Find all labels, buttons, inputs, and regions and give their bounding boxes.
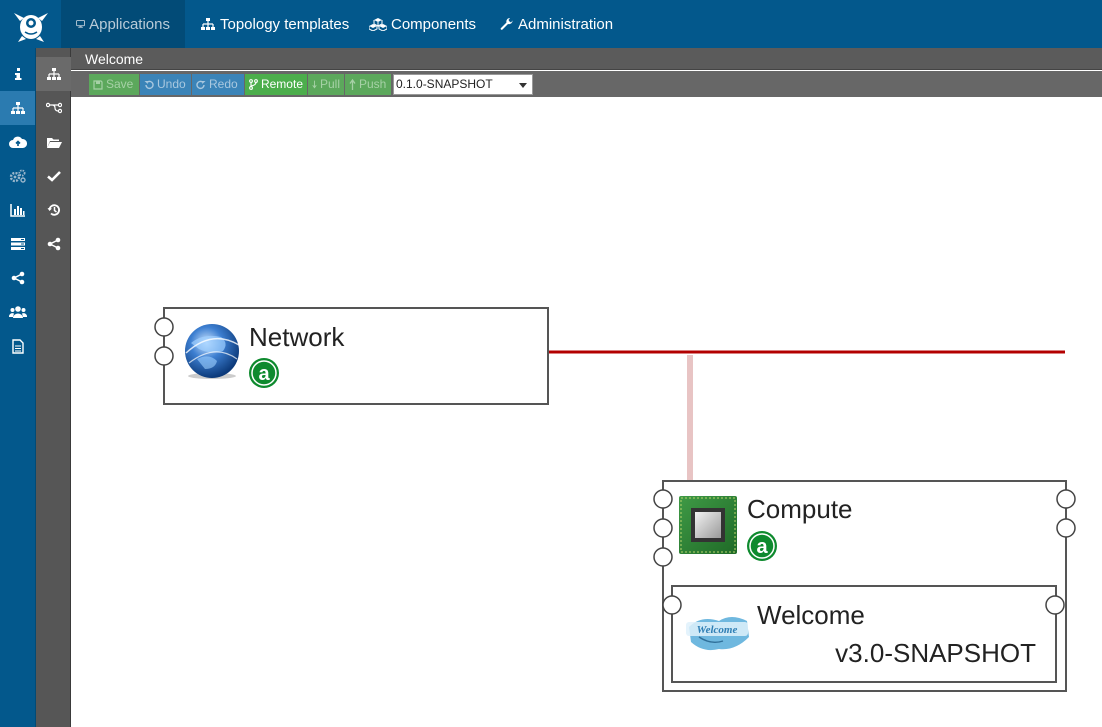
- cloud-upload-icon: [8, 136, 27, 148]
- welcome-node-version: v3.0-SNAPSHOT: [835, 638, 1036, 668]
- file-icon: [11, 338, 24, 354]
- redo-label: Redo: [209, 77, 238, 91]
- history-icon: [47, 204, 60, 216]
- welcome-node[interactable]: Welcome Welcome v3.0-SNAPSHOT: [662, 585, 1065, 683]
- sidebar-users-button[interactable]: [0, 295, 35, 329]
- caret-down-icon: [519, 83, 527, 88]
- logo-icon: [14, 13, 48, 42]
- nav-applications-label: Applications: [89, 15, 170, 33]
- desktop-icon: [76, 20, 85, 28]
- users-icon: [8, 306, 27, 318]
- folder-open-icon: [46, 137, 62, 148]
- sidebar-deploy-button[interactable]: [0, 125, 35, 159]
- gears-icon: [9, 169, 26, 183]
- floppy-icon: [93, 79, 103, 90]
- alien-badge-icon: a: [747, 531, 777, 561]
- sitemap-icon: [10, 102, 25, 114]
- topology-graph: Network a Compute a Welcome Welcome v3.0…: [154, 307, 1076, 692]
- arrow-down-icon: [312, 80, 317, 89]
- pull-button[interactable]: Pull: [308, 74, 344, 95]
- nav-applications[interactable]: Applications: [61, 0, 185, 48]
- workflow-button[interactable]: [36, 91, 71, 125]
- nav-administration[interactable]: Administration: [485, 0, 628, 48]
- breadcrumb: Welcome: [71, 48, 1102, 70]
- nav-components-label: Components: [391, 15, 477, 33]
- compute-requirement-port[interactable]: [653, 518, 673, 538]
- files-button[interactable]: [36, 125, 71, 159]
- topology-canvas[interactable]: Network a Compute a Welcome Welcome v3.0…: [71, 97, 1102, 727]
- topology-sidebar: [36, 48, 71, 727]
- alien4cloud-logo[interactable]: [0, 0, 62, 48]
- validation-button[interactable]: [36, 159, 71, 193]
- compute-node-name: Compute: [747, 494, 853, 524]
- undo-button[interactable]: Undo: [140, 74, 191, 95]
- share-icon: [11, 271, 24, 285]
- nav-components[interactable]: Components: [354, 0, 491, 48]
- welcome-capability-port[interactable]: [1045, 595, 1065, 615]
- compute-badge-letter: a: [756, 536, 768, 558]
- nav-topology-templates-label: Topology templates: [220, 15, 350, 33]
- info-icon: [14, 68, 21, 80]
- sidebar-runtime-button[interactable]: [0, 159, 35, 193]
- list-icon: [10, 238, 25, 250]
- remote-button[interactable]: Remote: [245, 74, 307, 95]
- compute-requirement-port[interactable]: [653, 547, 673, 567]
- sidebar-statistics-button[interactable]: [0, 193, 35, 227]
- compute-capability-port[interactable]: [1056, 518, 1076, 538]
- code-branch-icon: [249, 79, 258, 90]
- network-capability-port[interactable]: [154, 346, 174, 366]
- pull-label: Pull: [319, 77, 340, 91]
- cubes-icon: [369, 18, 387, 31]
- save-button[interactable]: Save: [89, 74, 139, 95]
- network-node-name: Network: [249, 322, 345, 352]
- compute-capability-port[interactable]: [1056, 489, 1076, 509]
- redo-button[interactable]: Redo: [192, 74, 244, 95]
- history-button[interactable]: [36, 193, 71, 227]
- network-node[interactable]: Network a: [154, 307, 549, 405]
- sitemap-icon: [46, 68, 61, 80]
- primary-sidebar: [0, 48, 36, 727]
- nav-topology-templates[interactable]: Topology templates: [185, 0, 364, 48]
- code-fork-icon: [45, 102, 62, 114]
- sitemap-icon: [201, 18, 215, 30]
- network-capability-port[interactable]: [154, 317, 174, 337]
- wrench-icon: [500, 17, 513, 30]
- sidebar-versions-button[interactable]: [0, 329, 35, 363]
- welcome-requirement-port[interactable]: [662, 595, 682, 615]
- compute-requirement-port[interactable]: [653, 489, 673, 509]
- arrow-up-icon: [349, 79, 356, 90]
- push-button[interactable]: Push: [345, 74, 391, 95]
- remote-label: Remote: [260, 77, 303, 91]
- share-alt-icon: [47, 237, 60, 251]
- version-select[interactable]: 0.1.0-SNAPSHOT: [393, 74, 533, 95]
- check-icon: [46, 171, 61, 182]
- redo-icon: [196, 80, 206, 89]
- sidebar-topology-button[interactable]: [0, 91, 35, 125]
- sidebar-variables-button[interactable]: [0, 227, 35, 261]
- version-select-value: 0.1.0-SNAPSHOT: [396, 77, 493, 91]
- alien-badge-icon: a: [249, 358, 279, 388]
- compute-node[interactable]: Compute a Welcome Welcome v3.0-SNAPSHOT: [653, 480, 1076, 692]
- top-navbar: Applications Topology templates Componen…: [0, 0, 1102, 48]
- welcome-node-name: Welcome: [757, 600, 865, 630]
- nav-administration-label: Administration: [518, 15, 614, 33]
- welcome-logo-text: Welcome: [697, 624, 738, 636]
- push-label: Push: [359, 77, 387, 91]
- cpu-chip-icon: [679, 496, 737, 554]
- git-share-button[interactable]: [36, 227, 71, 261]
- network-badge-letter: a: [258, 363, 270, 385]
- topology-toolbar: Save Undo Redo Remote Pull Push 0.1.0-SN…: [71, 71, 1102, 97]
- save-label: Save: [106, 77, 134, 91]
- undo-icon: [144, 80, 154, 89]
- bar-chart-icon: [9, 204, 25, 217]
- sidebar-share-button[interactable]: [0, 261, 35, 295]
- topology-view-button[interactable]: [36, 57, 71, 91]
- undo-label: Undo: [157, 77, 186, 91]
- sidebar-info-button[interactable]: [0, 57, 35, 91]
